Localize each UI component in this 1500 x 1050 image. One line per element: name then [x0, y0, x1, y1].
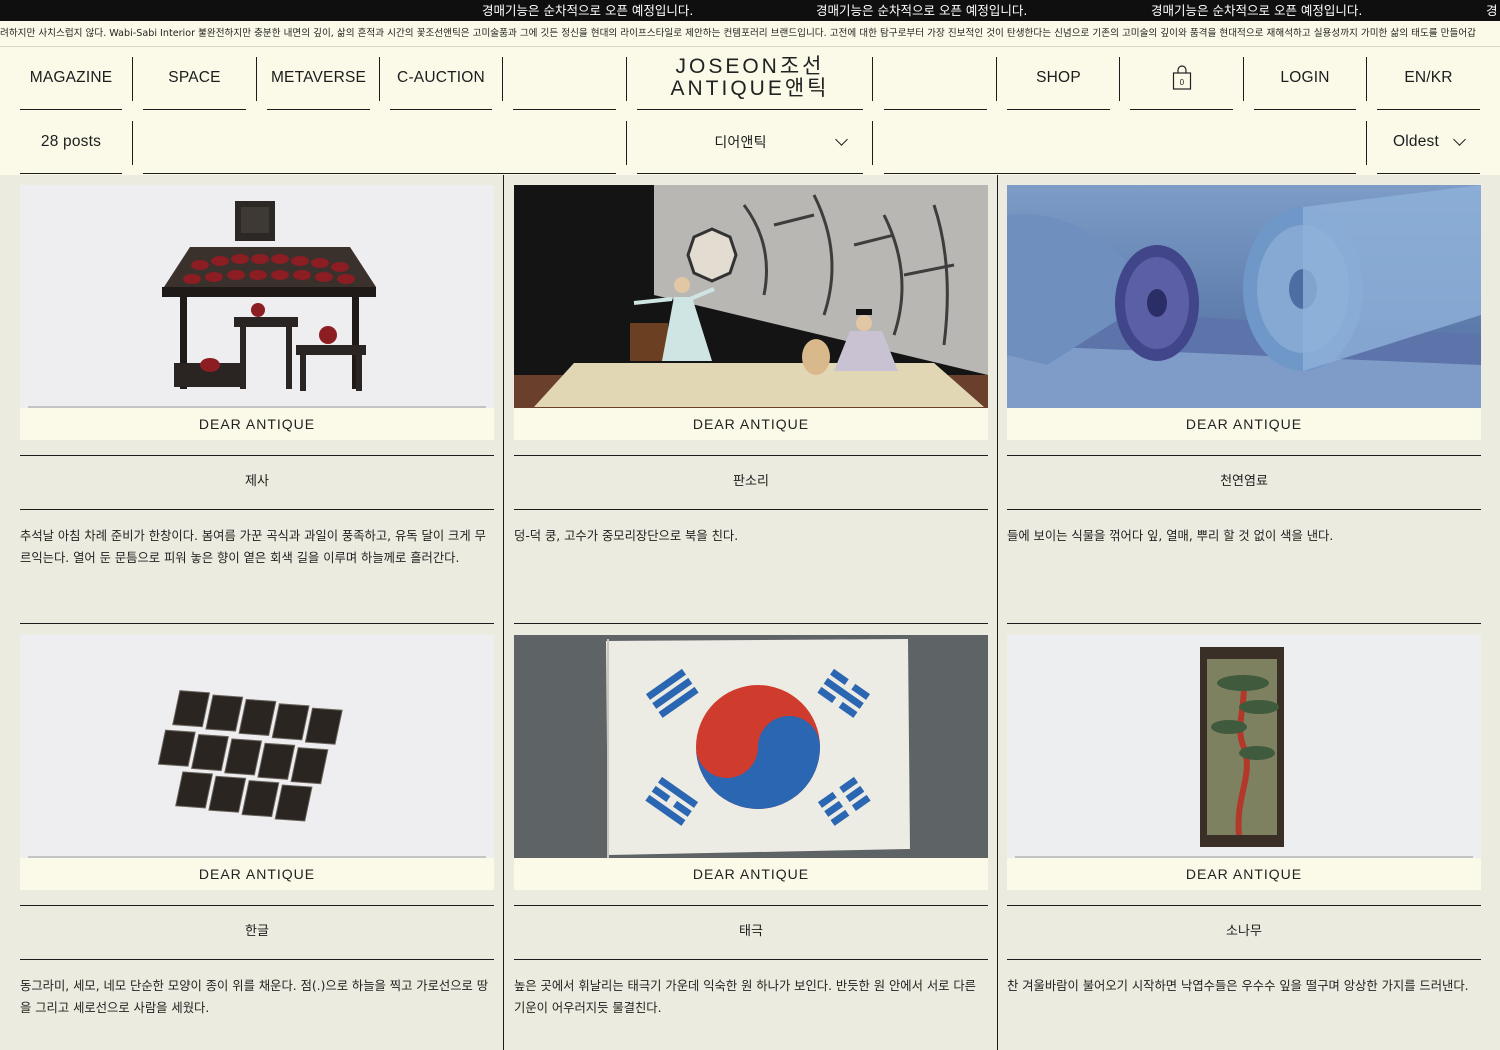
nav-metaverse-label: METAVERSE — [270, 69, 367, 86]
post-count-label: 28 posts — [40, 133, 102, 150]
divider — [996, 57, 997, 101]
post-excerpt: 높은 곳에서 휘날리는 태극기 가운데 익숙한 원 하나가 보인다. 반듯한 원… — [514, 979, 976, 1015]
ticker-message: 경매기능은 순차적으로 오픈 예정입니다. — [816, 3, 1028, 18]
post-title[interactable]: 소나무 — [1007, 920, 1481, 939]
post-title[interactable]: 제사 — [20, 470, 494, 489]
post-excerpt: 추석날 아침 차례 준비가 한창이다. 봄여름 가꾼 곡식과 과일이 풍족하고,… — [20, 529, 486, 565]
post-title[interactable]: 태극 — [514, 920, 988, 939]
site-logo[interactable]: JOSEON조선 ANTIQUE앤틱 — [637, 47, 863, 110]
divider — [1007, 905, 1481, 906]
post-excerpt: 동그라미, 세모, 네모 단순한 모양이 종이 위를 채운다. 점(.)으로 하… — [20, 979, 489, 1015]
post-thumbnail[interactable] — [20, 185, 494, 408]
post-thumbnail[interactable] — [20, 635, 494, 858]
cart-button[interactable]: 0 — [1130, 47, 1233, 110]
divider — [514, 959, 988, 960]
divider — [626, 121, 627, 165]
nav-magazine-label: MAGAZINE — [29, 69, 113, 86]
divider — [1119, 57, 1120, 101]
sort-select-value: Oldest — [1393, 133, 1439, 150]
divider — [1243, 57, 1244, 101]
post-thumbnail[interactable] — [1007, 185, 1481, 408]
divider — [1007, 623, 1481, 624]
divider — [626, 57, 627, 101]
divider — [1366, 57, 1367, 101]
filter-empty-slot — [143, 111, 616, 174]
divider — [256, 57, 257, 101]
post-category: DEAR ANTIQUE — [514, 408, 988, 440]
nav-shop-label: SHOP — [1036, 69, 1081, 86]
divider — [132, 121, 133, 165]
divider — [20, 455, 494, 456]
nav-metaverse[interactable]: METAVERSE — [267, 47, 370, 110]
post-title[interactable]: 판소리 — [514, 470, 988, 489]
post-excerpt: 찬 겨울바람이 불어오기 시작하면 낙엽수들은 우수수 잎을 떨구며 앙상한 가… — [1007, 979, 1469, 993]
divider — [872, 57, 873, 101]
post-category: DEAR ANTIQUE — [514, 858, 988, 890]
nav-login-label: LOGIN — [1280, 69, 1330, 86]
post-category: DEAR ANTIQUE — [1007, 408, 1481, 440]
logo-line-2: ANTIQUE앤틱 — [670, 77, 830, 100]
divider — [20, 905, 494, 906]
category-select-value: 디어앤틱 — [714, 134, 767, 150]
nav-shop[interactable]: SHOP — [1007, 47, 1110, 110]
language-toggle[interactable]: EN/KR — [1377, 47, 1480, 110]
divider — [1007, 455, 1481, 456]
divider — [132, 57, 133, 101]
post-thumbnail[interactable] — [1007, 635, 1481, 858]
chevron-down-icon — [834, 133, 848, 146]
divider — [502, 57, 503, 101]
filter-empty-slot — [884, 111, 1356, 174]
divider — [20, 959, 494, 960]
nav-empty-slot — [884, 47, 987, 110]
language-toggle-label: EN/KR — [1404, 69, 1453, 86]
nav-empty-slot — [513, 47, 616, 110]
post-thumbnail[interactable] — [514, 635, 988, 858]
ticker-message: 경 — [1486, 3, 1498, 18]
nav-c-auction-label: C-AUCTION — [397, 69, 485, 86]
divider — [1007, 959, 1481, 960]
category-select[interactable]: 디어앤틱 — [637, 111, 863, 174]
divider — [514, 623, 988, 624]
post-excerpt: 덩-덕 쿵, 고수가 중모리장단으로 북을 친다. — [514, 529, 739, 543]
nav-space[interactable]: SPACE — [143, 47, 246, 110]
divider — [1366, 121, 1367, 165]
post-thumbnail[interactable] — [514, 185, 988, 408]
column-divider — [503, 175, 504, 1050]
post-count: 28 posts — [20, 111, 122, 174]
ticker-message: 경매기능은 순차적으로 오픈 예정입니다. — [482, 3, 694, 18]
post-category: DEAR ANTIQUE — [20, 408, 494, 440]
brand-marquee-text: 려하지만 사치스럽지 않다. Wabi-Sabi Interior 불완전하지만… — [0, 28, 1476, 39]
divider — [514, 905, 988, 906]
divider — [1007, 509, 1481, 510]
cart-count: 0 — [1179, 78, 1184, 87]
post-category: DEAR ANTIQUE — [20, 858, 494, 890]
divider — [514, 509, 988, 510]
shopping-bag-icon: 0 — [1172, 65, 1191, 90]
divider — [20, 509, 494, 510]
divider — [872, 121, 873, 165]
post-title[interactable]: 천연염료 — [1007, 470, 1481, 489]
nav-space-label: SPACE — [168, 69, 221, 86]
nav-login[interactable]: LOGIN — [1254, 47, 1356, 110]
header: MAGAZINE SPACE METAVERSE C-AUCTION JOSEO… — [0, 47, 1500, 175]
sort-select[interactable]: Oldest — [1377, 111, 1480, 174]
nav-c-auction[interactable]: C-AUCTION — [390, 47, 492, 110]
ticker-message: 경매기능은 순차적으로 오픈 예정입니다. — [1151, 3, 1363, 18]
chevron-down-icon — [1453, 133, 1466, 146]
divider — [379, 57, 380, 101]
divider — [20, 623, 494, 624]
nav-magazine[interactable]: MAGAZINE — [20, 47, 122, 110]
column-divider — [997, 175, 998, 1050]
post-category: DEAR ANTIQUE — [1007, 858, 1481, 890]
logo-line-1: JOSEON조선 — [675, 55, 825, 78]
post-title[interactable]: 한글 — [20, 920, 494, 939]
divider — [514, 455, 988, 456]
post-excerpt: 들에 보이는 식물을 꺾어다 잎, 열매, 뿌리 할 것 없이 색을 낸다. — [1007, 529, 1334, 543]
brand-marquee: 려하지만 사치스럽지 않다. Wabi-Sabi Interior 불완전하지만… — [0, 21, 1500, 47]
announcement-ticker: 경매기능은 순차적으로 오픈 예정입니다. 경매기능은 순차적으로 오픈 예정입… — [0, 0, 1500, 21]
